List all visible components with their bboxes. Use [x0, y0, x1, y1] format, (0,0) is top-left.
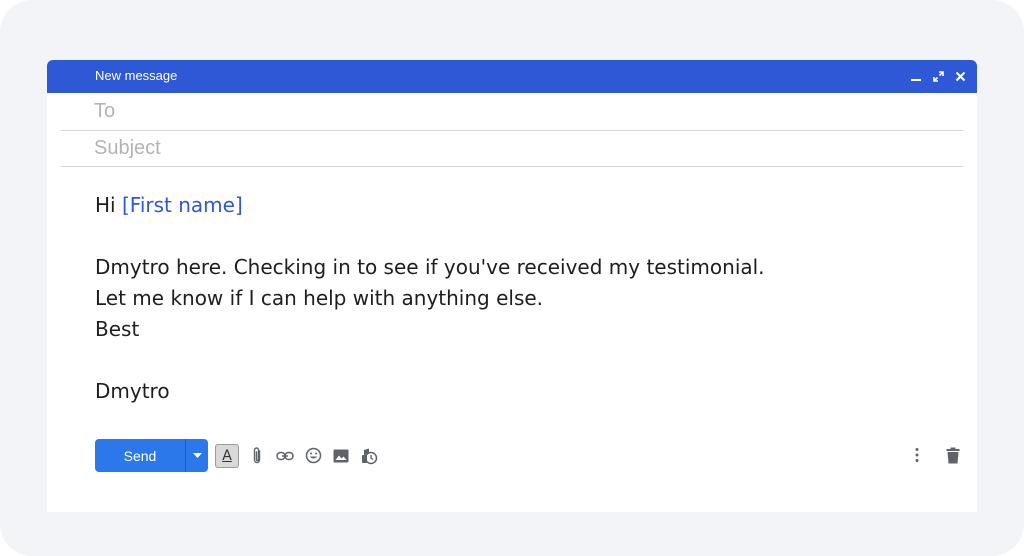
confidential-icon[interactable] — [359, 446, 379, 466]
send-group: Send — [95, 439, 208, 472]
send-button[interactable]: Send — [95, 439, 185, 472]
window-title: New message — [95, 68, 178, 83]
message-body[interactable]: Hi [First name] Dmytro here. Checking in… — [95, 190, 935, 407]
minimize-icon[interactable] — [909, 68, 923, 84]
send-options-dropdown[interactable] — [186, 439, 208, 472]
expand-icon[interactable] — [931, 68, 945, 84]
body-line-3: Best — [95, 317, 140, 341]
greeting-text: Hi — [95, 193, 116, 217]
right-tools — [899, 445, 963, 465]
body-line-1: Dmytro here. Checking in to see if you'v… — [95, 255, 765, 279]
subject-placeholder: Subject — [94, 137, 161, 159]
trash-icon[interactable] — [943, 445, 963, 465]
emoji-icon[interactable] — [303, 446, 323, 466]
compose-toolbar: Send A — [95, 439, 379, 472]
outer-frame: New message To Subject Hi [First name] D… — [0, 0, 1024, 556]
subject-field[interactable]: Subject — [61, 130, 963, 167]
attach-icon[interactable] — [247, 446, 267, 466]
window-controls — [909, 66, 967, 86]
to-field[interactable]: To — [61, 93, 963, 131]
chevron-down-icon — [192, 452, 202, 458]
link-icon[interactable] — [275, 446, 295, 466]
formatting-button[interactable]: A — [215, 443, 239, 468]
compose-window: New message To Subject Hi [First name] D… — [47, 60, 977, 512]
body-line-2: Let me know if I can help with anything … — [95, 286, 544, 310]
image-icon[interactable] — [331, 446, 351, 466]
formatting-icon: A — [222, 447, 232, 464]
first-name-token: [First name] — [121, 193, 243, 217]
close-icon[interactable] — [953, 68, 967, 84]
to-placeholder: To — [94, 100, 116, 122]
more-options-icon[interactable] — [907, 445, 927, 465]
greeting-line: Hi [First name] — [95, 190, 935, 221]
title-bar: New message — [47, 60, 977, 93]
signature-line: Dmytro — [95, 379, 170, 403]
